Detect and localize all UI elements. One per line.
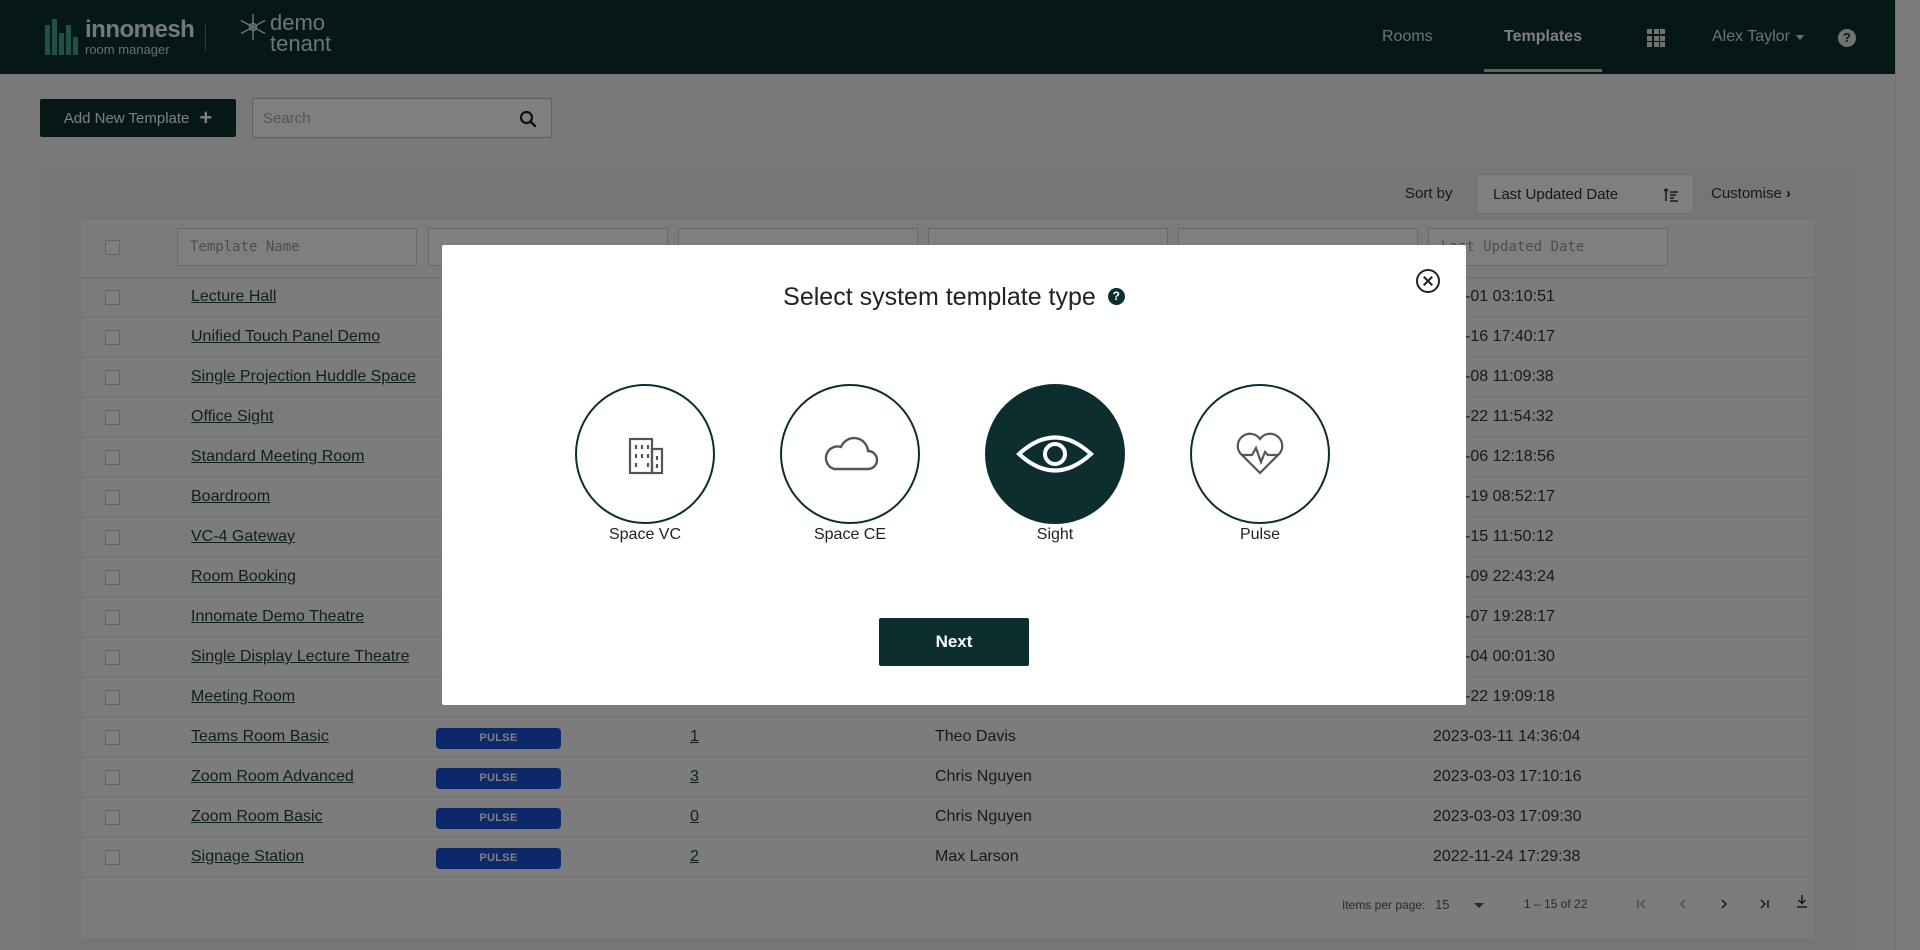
close-icon[interactable] (1416, 269, 1440, 293)
option-pulse[interactable]: Pulse (1190, 384, 1330, 544)
select-template-type-dialog: Select system template type? Space VC Sp… (442, 245, 1466, 705)
option-sight[interactable]: Sight (985, 384, 1125, 544)
option-label: Sight (1036, 526, 1074, 543)
building-icon (628, 437, 664, 475)
option-label: Space VC (608, 526, 682, 543)
dialog-title: Select system template type? (442, 283, 1466, 312)
option-circle[interactable] (575, 384, 715, 524)
option-circle[interactable] (1190, 384, 1330, 524)
option-space-ce[interactable]: Space CE (780, 384, 920, 544)
cloud-icon (824, 436, 879, 471)
heart-pulse-icon (1236, 432, 1284, 475)
dialog-title-text: Select system template type (783, 283, 1096, 311)
option-circle[interactable] (780, 384, 920, 524)
eye-icon (1016, 435, 1094, 473)
option-label: Space CE (813, 526, 887, 543)
option-label: Pulse (1239, 526, 1281, 543)
next-button[interactable]: Next (879, 618, 1029, 666)
option-circle[interactable] (985, 384, 1125, 524)
option-space-vc[interactable]: Space VC (575, 384, 715, 544)
help-icon[interactable]: ? (1107, 288, 1125, 306)
